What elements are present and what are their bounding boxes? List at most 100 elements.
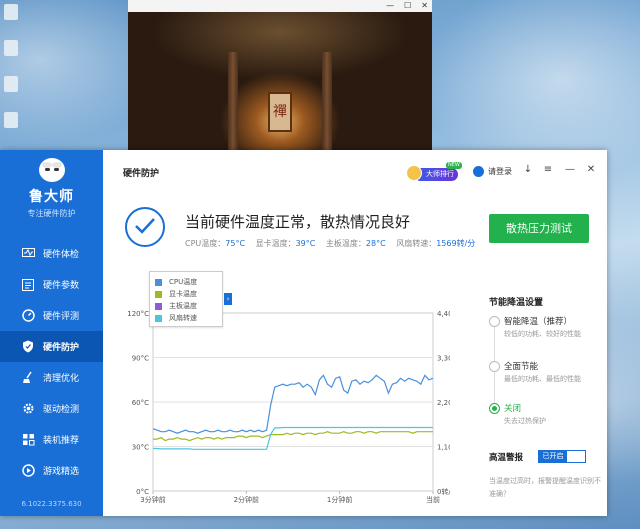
temple-pillar xyxy=(322,52,332,152)
mode-name: 智能降温（推荐） xyxy=(504,317,573,327)
logo-mascot-icon xyxy=(35,158,69,184)
high-temp-alarm-row: 高温警报 已开启 xyxy=(489,450,604,464)
mode-desc: 较低的功耗、较好的性能 xyxy=(504,330,581,338)
y-left-tick-label: 30°C xyxy=(132,444,149,452)
fan-speed-value: 1569转/分 xyxy=(436,239,476,248)
fan-speed-label: 风扇转速： xyxy=(396,239,437,248)
status-area: 当前硬件温度正常，散热情况良好 CPU温度：75°C 显卡温度：39°C 主板温… xyxy=(103,190,607,260)
minimize-button[interactable]: — xyxy=(386,0,394,12)
x-tick-label: 2分钟前 xyxy=(234,495,259,504)
mode-desc: 最低的功耗、最低的性能 xyxy=(504,375,581,383)
sidebar-item-hardware-params[interactable]: 硬件参数 xyxy=(0,269,103,300)
sidebar-item-driver-check[interactable]: 驱动检测 xyxy=(0,393,103,424)
sidebar-item-label: 装机推荐 xyxy=(43,436,80,446)
master-avatar-icon xyxy=(406,165,422,181)
new-badge: NEW xyxy=(446,162,462,169)
menu-icon[interactable]: ≡ xyxy=(542,164,554,176)
y-left-tick-label: 0°C xyxy=(136,488,149,496)
legend-label: 显卡温度 xyxy=(169,290,197,298)
sidebar-item-label: 硬件体检 xyxy=(43,250,80,260)
temple-pillar xyxy=(228,52,238,152)
mode-radio[interactable] xyxy=(489,316,500,327)
temple-plaque: 禪 xyxy=(268,92,292,132)
gauge-icon xyxy=(21,309,35,323)
chart-legend: CPU温度 显卡温度 主板温度 风扇转速 xyxy=(149,271,223,327)
close-button[interactable]: ✕ xyxy=(585,164,597,176)
legend-swatch xyxy=(155,302,162,310)
cpu-temp-label: CPU温度： xyxy=(185,239,226,248)
minimize-button[interactable]: — xyxy=(564,164,576,176)
legend-label: 风扇转速 xyxy=(169,314,197,322)
ludashi-window: 鲁大师 专注硬件防护 硬件体检 硬件参数 硬件评测 硬件防护 清理优化 驱动检测… xyxy=(0,150,607,516)
list-icon xyxy=(21,278,35,292)
y-left-tick-label: 60°C xyxy=(132,399,149,407)
y-right-tick-label: 0转/分 xyxy=(437,487,450,496)
sidebar-item-label: 硬件防护 xyxy=(43,343,80,353)
sidebar-item-games[interactable]: 游戏精选 xyxy=(0,455,103,486)
board-temp-value: 28°C xyxy=(365,239,386,248)
video-frame[interactable]: 禪 xyxy=(128,12,432,152)
legend-label: 主板温度 xyxy=(169,302,197,310)
stress-test-button[interactable]: 散热压力测试 xyxy=(489,214,589,243)
video-titlebar[interactable]: — ☐ ✕ xyxy=(128,0,432,12)
series-line xyxy=(152,374,434,434)
build-icon xyxy=(21,433,35,447)
x-tick-label: 当前 xyxy=(426,495,440,504)
maximize-button[interactable]: ☐ xyxy=(404,0,411,12)
sidebar-item-build-recommend[interactable]: 装机推荐 xyxy=(0,424,103,455)
shield-icon xyxy=(21,340,35,354)
desktop-icon[interactable] xyxy=(4,112,18,128)
legend-item[interactable]: 主板温度 xyxy=(155,300,217,312)
sidebar-item-cleanup[interactable]: 清理优化 xyxy=(0,362,103,393)
master-ranking-button[interactable]: 大师排行 NEW xyxy=(406,162,462,182)
legend-item[interactable]: CPU温度 xyxy=(155,276,217,288)
x-tick-label: 3分钟前 xyxy=(140,495,165,504)
mode-name: 关闭 xyxy=(504,404,522,414)
topbar: 硬件防护 大师排行 NEW 请登录 ↓ ≡ — ✕ xyxy=(103,150,607,190)
y-right-tick-label: 4,400转/分 xyxy=(437,309,450,318)
desktop-icon[interactable] xyxy=(4,76,18,92)
sidebar: 鲁大师 专注硬件防护 硬件体检 硬件参数 硬件评测 硬件防护 清理优化 驱动检测… xyxy=(0,150,103,516)
mode-desc: 失去过热保护 xyxy=(504,417,546,425)
series-line xyxy=(153,431,433,442)
status-title: 当前硬件温度正常，散热情况良好 xyxy=(185,213,411,231)
cpu-temp-value: 75°C xyxy=(225,239,246,248)
desktop-icon[interactable] xyxy=(4,4,18,20)
sidebar-item-hardware-benchmark[interactable]: 硬件评测 xyxy=(0,300,103,331)
legend-collapse-chevron-icon[interactable]: › xyxy=(224,293,232,305)
legend-item[interactable]: 风扇转速 xyxy=(155,312,217,324)
login-label: 请登录 xyxy=(488,167,512,176)
mode-radio-selected[interactable] xyxy=(489,403,500,414)
sidebar-item-label: 驱动检测 xyxy=(43,405,80,415)
legend-label: CPU温度 xyxy=(169,278,198,286)
high-temp-alarm-label: 高温警报 xyxy=(489,453,524,463)
game-icon xyxy=(21,464,35,478)
x-tick-label: 1分钟前 xyxy=(327,495,352,504)
high-temp-alarm-toggle[interactable]: 已开启 xyxy=(538,450,586,463)
video-player-window[interactable]: — ☐ ✕ 禪 xyxy=(128,0,432,152)
user-icon xyxy=(473,166,484,177)
cooling-settings-title: 节能降温设置 xyxy=(489,298,544,308)
check-circle-icon xyxy=(125,207,165,247)
app-name: 鲁大师 xyxy=(29,189,74,205)
download-icon[interactable]: ↓ xyxy=(522,164,534,176)
gear-icon xyxy=(21,402,35,416)
sidebar-item-label: 游戏精选 xyxy=(43,467,80,477)
broom-icon xyxy=(21,371,35,385)
legend-swatch xyxy=(155,278,162,286)
board-temp-label: 主板温度： xyxy=(325,239,366,248)
legend-item[interactable]: 显卡温度 xyxy=(155,288,217,300)
high-temp-alarm-desc[interactable]: 当温度过高时，报警提醒温度识别不准确？ xyxy=(489,475,601,501)
sidebar-item-hardware-protection[interactable]: 硬件防护 xyxy=(0,331,103,362)
mode-radio[interactable] xyxy=(489,361,500,372)
desktop-icon[interactable] xyxy=(4,40,18,56)
temperature-chart: 120°C 4,400转/分 90°C 3,300转/分 60°C 2,200转/分 30°… xyxy=(120,267,450,510)
gpu-temp-value: 39°C xyxy=(295,239,316,248)
y-left-tick-label: 90°C xyxy=(132,355,149,363)
login-button[interactable]: 请登录 xyxy=(473,166,512,177)
sidebar-item-hardware-check[interactable]: 硬件体检 xyxy=(0,238,103,269)
status-readouts: CPU温度：75°C 显卡温度：39°C 主板温度：28°C 风扇转速：1569… xyxy=(185,238,475,249)
close-button[interactable]: ✕ xyxy=(421,0,428,12)
mode-name: 全面节能 xyxy=(504,362,539,372)
legend-swatch xyxy=(155,314,162,322)
